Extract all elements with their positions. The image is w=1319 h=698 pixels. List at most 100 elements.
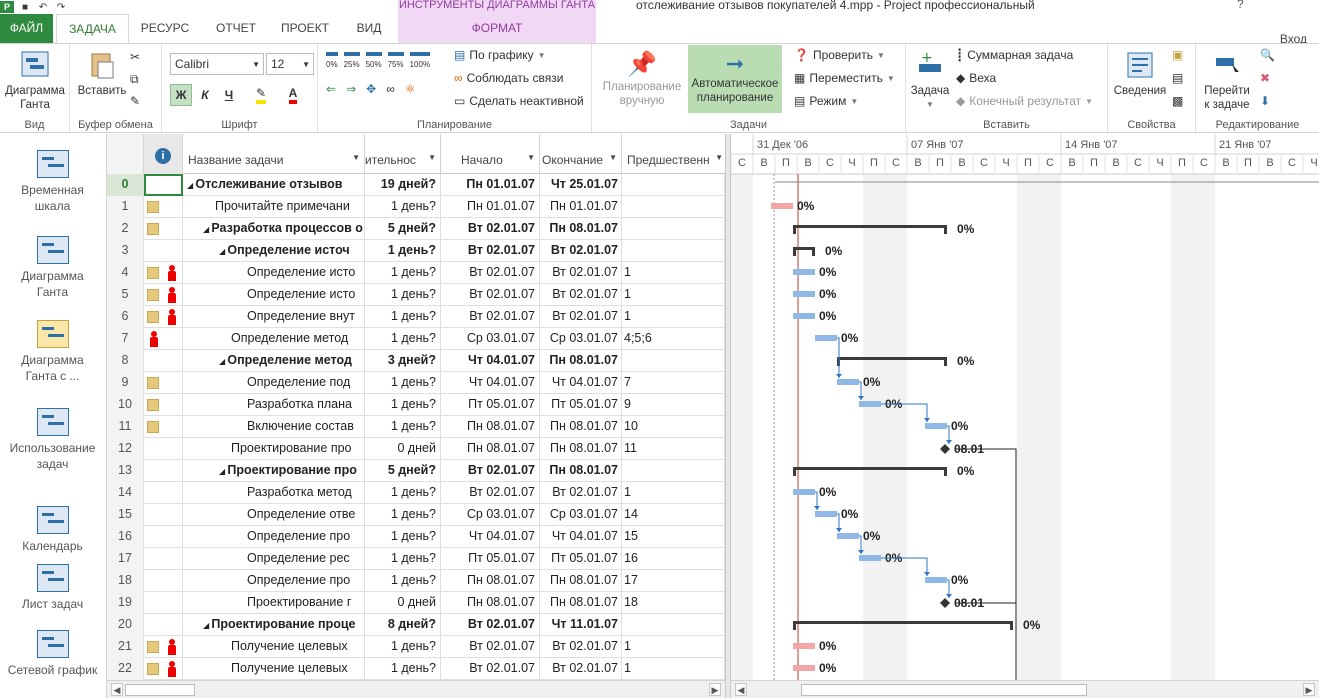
viewbar-item-calendar[interactable]: Календарь (0, 506, 105, 554)
duration-cell[interactable]: 1 день? (365, 196, 441, 218)
indicators-cell[interactable] (144, 372, 183, 394)
copy-icon[interactable]: ⧉ (130, 72, 139, 87)
undo-icon[interactable]: ↶ (36, 1, 50, 13)
task-name-cell[interactable]: Прочитайте примечани (183, 196, 365, 218)
scroll-left-arrow-icon[interactable]: ◀ (735, 683, 747, 696)
viewbar-item-gantt-chart[interactable]: Диаграмма Ганта (0, 236, 105, 300)
task-name-cell[interactable]: ◢ Проектирование проце (183, 614, 365, 636)
predecessors-cell[interactable] (622, 196, 725, 218)
predecessors-cell[interactable]: 4;5;6 (622, 328, 725, 350)
paste-button[interactable]: Вставить (74, 50, 130, 98)
viewbar-item-tracking-gantt[interactable]: Диаграмма Ганта с ... (0, 320, 105, 384)
predecessors-cell[interactable] (622, 240, 725, 262)
row-id-cell[interactable]: 11 (107, 416, 144, 438)
split-task-icon[interactable]: ⚛ (405, 82, 416, 96)
task-name-cell[interactable]: Проектирование про (183, 438, 365, 460)
details-icon[interactable]: ▤ (1172, 71, 1183, 85)
row-id-cell[interactable]: 16 (107, 526, 144, 548)
duration-cell[interactable]: 1 день? (365, 284, 441, 306)
table-row[interactable]: 8 ◢ Определение метод 3 дней? Чт 04.01.07 Пн… (107, 350, 725, 372)
column-header-predecessors[interactable]: Предшественн ▼ (622, 134, 725, 174)
indicators-cell[interactable] (144, 174, 183, 196)
predecessors-cell[interactable]: 1 (622, 636, 725, 658)
indicators-cell[interactable] (144, 328, 183, 350)
duration-cell[interactable]: 1 день? (365, 504, 441, 526)
start-cell[interactable]: Вт 02.01.07 (441, 482, 540, 504)
indicators-cell[interactable] (144, 240, 183, 262)
tab-resource[interactable]: РЕСУРС (136, 14, 194, 44)
row-id-cell[interactable]: 20 (107, 614, 144, 636)
note-icon[interactable] (147, 201, 159, 213)
predecessors-cell[interactable]: 1 (622, 658, 725, 680)
predecessors-cell[interactable]: 10 (622, 416, 725, 438)
font-family-select[interactable]: Calibri ▼ (170, 53, 264, 75)
start-cell[interactable]: Пн 01.01.07 (441, 196, 540, 218)
duration-cell[interactable]: 0 дней (365, 592, 441, 614)
inspect-button[interactable]: ❓ Проверить ▼ (794, 48, 885, 62)
task-name-cell[interactable]: ◢ Определение источ (183, 240, 365, 262)
table-row[interactable]: 7 Определение метод 1 день? Ср 03.01.07 Ср 0… (107, 328, 725, 350)
duration-cell[interactable]: 3 дней? (365, 350, 441, 372)
gantt-horizontal-scrollbar[interactable]: ◀ ▶ (731, 680, 1319, 698)
duration-cell[interactable]: 1 день? (365, 262, 441, 284)
row-id-cell[interactable]: 7 (107, 328, 144, 350)
task-info-button[interactable]: Сведения (1110, 50, 1170, 98)
row-id-cell[interactable]: 5 (107, 284, 144, 306)
save-icon[interactable]: ■ (18, 1, 32, 13)
row-id-cell[interactable]: 12 (107, 438, 144, 460)
row-id-cell[interactable]: 21 (107, 636, 144, 658)
tab-project[interactable]: ПРОЕКТ (275, 14, 335, 44)
duration-cell[interactable]: 1 день? (365, 416, 441, 438)
duration-cell[interactable]: 1 день? (365, 636, 441, 658)
help-button[interactable]: ? (1237, 0, 1244, 11)
row-id-cell[interactable]: 18 (107, 570, 144, 592)
table-row[interactable]: 18 Определение про 1 день? Пн 08.01.07 Пн 08… (107, 570, 725, 592)
start-cell[interactable]: Вт 02.01.07 (441, 306, 540, 328)
start-cell[interactable]: Чт 04.01.07 (441, 372, 540, 394)
task-name-cell[interactable]: Определение исто (183, 284, 365, 306)
viewbar-item-network-diagram[interactable]: Сетевой график (0, 630, 105, 678)
pct-0-button[interactable]: 0% (326, 52, 338, 69)
start-cell[interactable]: Вт 02.01.07 (441, 262, 540, 284)
predecessors-cell[interactable]: 17 (622, 570, 725, 592)
table-row[interactable]: 11 Включение состав 1 день? Пн 08.01.07 Пн 0… (107, 416, 725, 438)
project-app-icon[interactable]: P (0, 1, 14, 13)
mode-button[interactable]: ▤ Режим ▼ (794, 94, 858, 108)
task-name-cell[interactable]: Определение метод (183, 328, 365, 350)
row-id-cell[interactable]: 13 (107, 460, 144, 482)
tab-format[interactable]: ФОРМАТ (398, 14, 596, 44)
task-name-cell[interactable]: Определение внут (183, 306, 365, 328)
task-name-cell[interactable]: Определение под (183, 372, 365, 394)
indicators-cell[interactable] (144, 394, 183, 416)
finish-cell[interactable]: Пн 01.01.07 (540, 196, 622, 218)
task-name-cell[interactable]: ◢ Отслеживание отзывов (183, 174, 365, 196)
finish-cell[interactable]: Чт 25.01.07 (540, 174, 622, 196)
table-row[interactable]: 14 Разработка метод 1 день? Вт 02.01.07 Вт 0… (107, 482, 725, 504)
predecessors-cell[interactable]: 1 (622, 482, 725, 504)
format-painter-icon[interactable]: ✎ (130, 94, 140, 108)
highlight-color-button[interactable]: ✎ (248, 84, 274, 106)
unlink-icon[interactable]: ∞ (386, 82, 395, 96)
predecessors-cell[interactable]: 1 (622, 306, 725, 328)
predecessors-cell[interactable]: 14 (622, 504, 725, 526)
tab-report[interactable]: ОТЧЕТ (206, 14, 266, 44)
column-header-start[interactable]: Начало ▼ (441, 134, 540, 174)
cut-icon[interactable]: ✂ (130, 50, 140, 64)
viewbar-item-task-sheet[interactable]: Лист задач (0, 564, 105, 612)
predecessors-cell[interactable]: 9 (622, 394, 725, 416)
select-all-corner[interactable] (107, 134, 144, 174)
indicators-cell[interactable] (144, 548, 183, 570)
duration-cell[interactable]: 8 дней? (365, 614, 441, 636)
task-name-cell[interactable]: Определение про (183, 570, 365, 592)
start-cell[interactable]: Вт 02.01.07 (441, 614, 540, 636)
inactivate-button[interactable]: ▭ Сделать неактивной (454, 94, 584, 108)
row-id-cell[interactable]: 9 (107, 372, 144, 394)
gantt-chart-button[interactable]: Диаграмма Ганта (2, 50, 68, 112)
finish-cell[interactable]: Вт 02.01.07 (540, 636, 622, 658)
goto-task-button[interactable]: Перейти к задаче (1198, 50, 1256, 112)
pct-25-button[interactable]: 25% (343, 52, 360, 69)
start-cell[interactable]: Пт 05.01.07 (441, 394, 540, 416)
font-color-button[interactable]: A (280, 84, 306, 106)
auto-schedule-button[interactable]: ➞ Автоматическое планирование (688, 45, 782, 113)
duration-cell[interactable]: 5 дней? (365, 460, 441, 482)
